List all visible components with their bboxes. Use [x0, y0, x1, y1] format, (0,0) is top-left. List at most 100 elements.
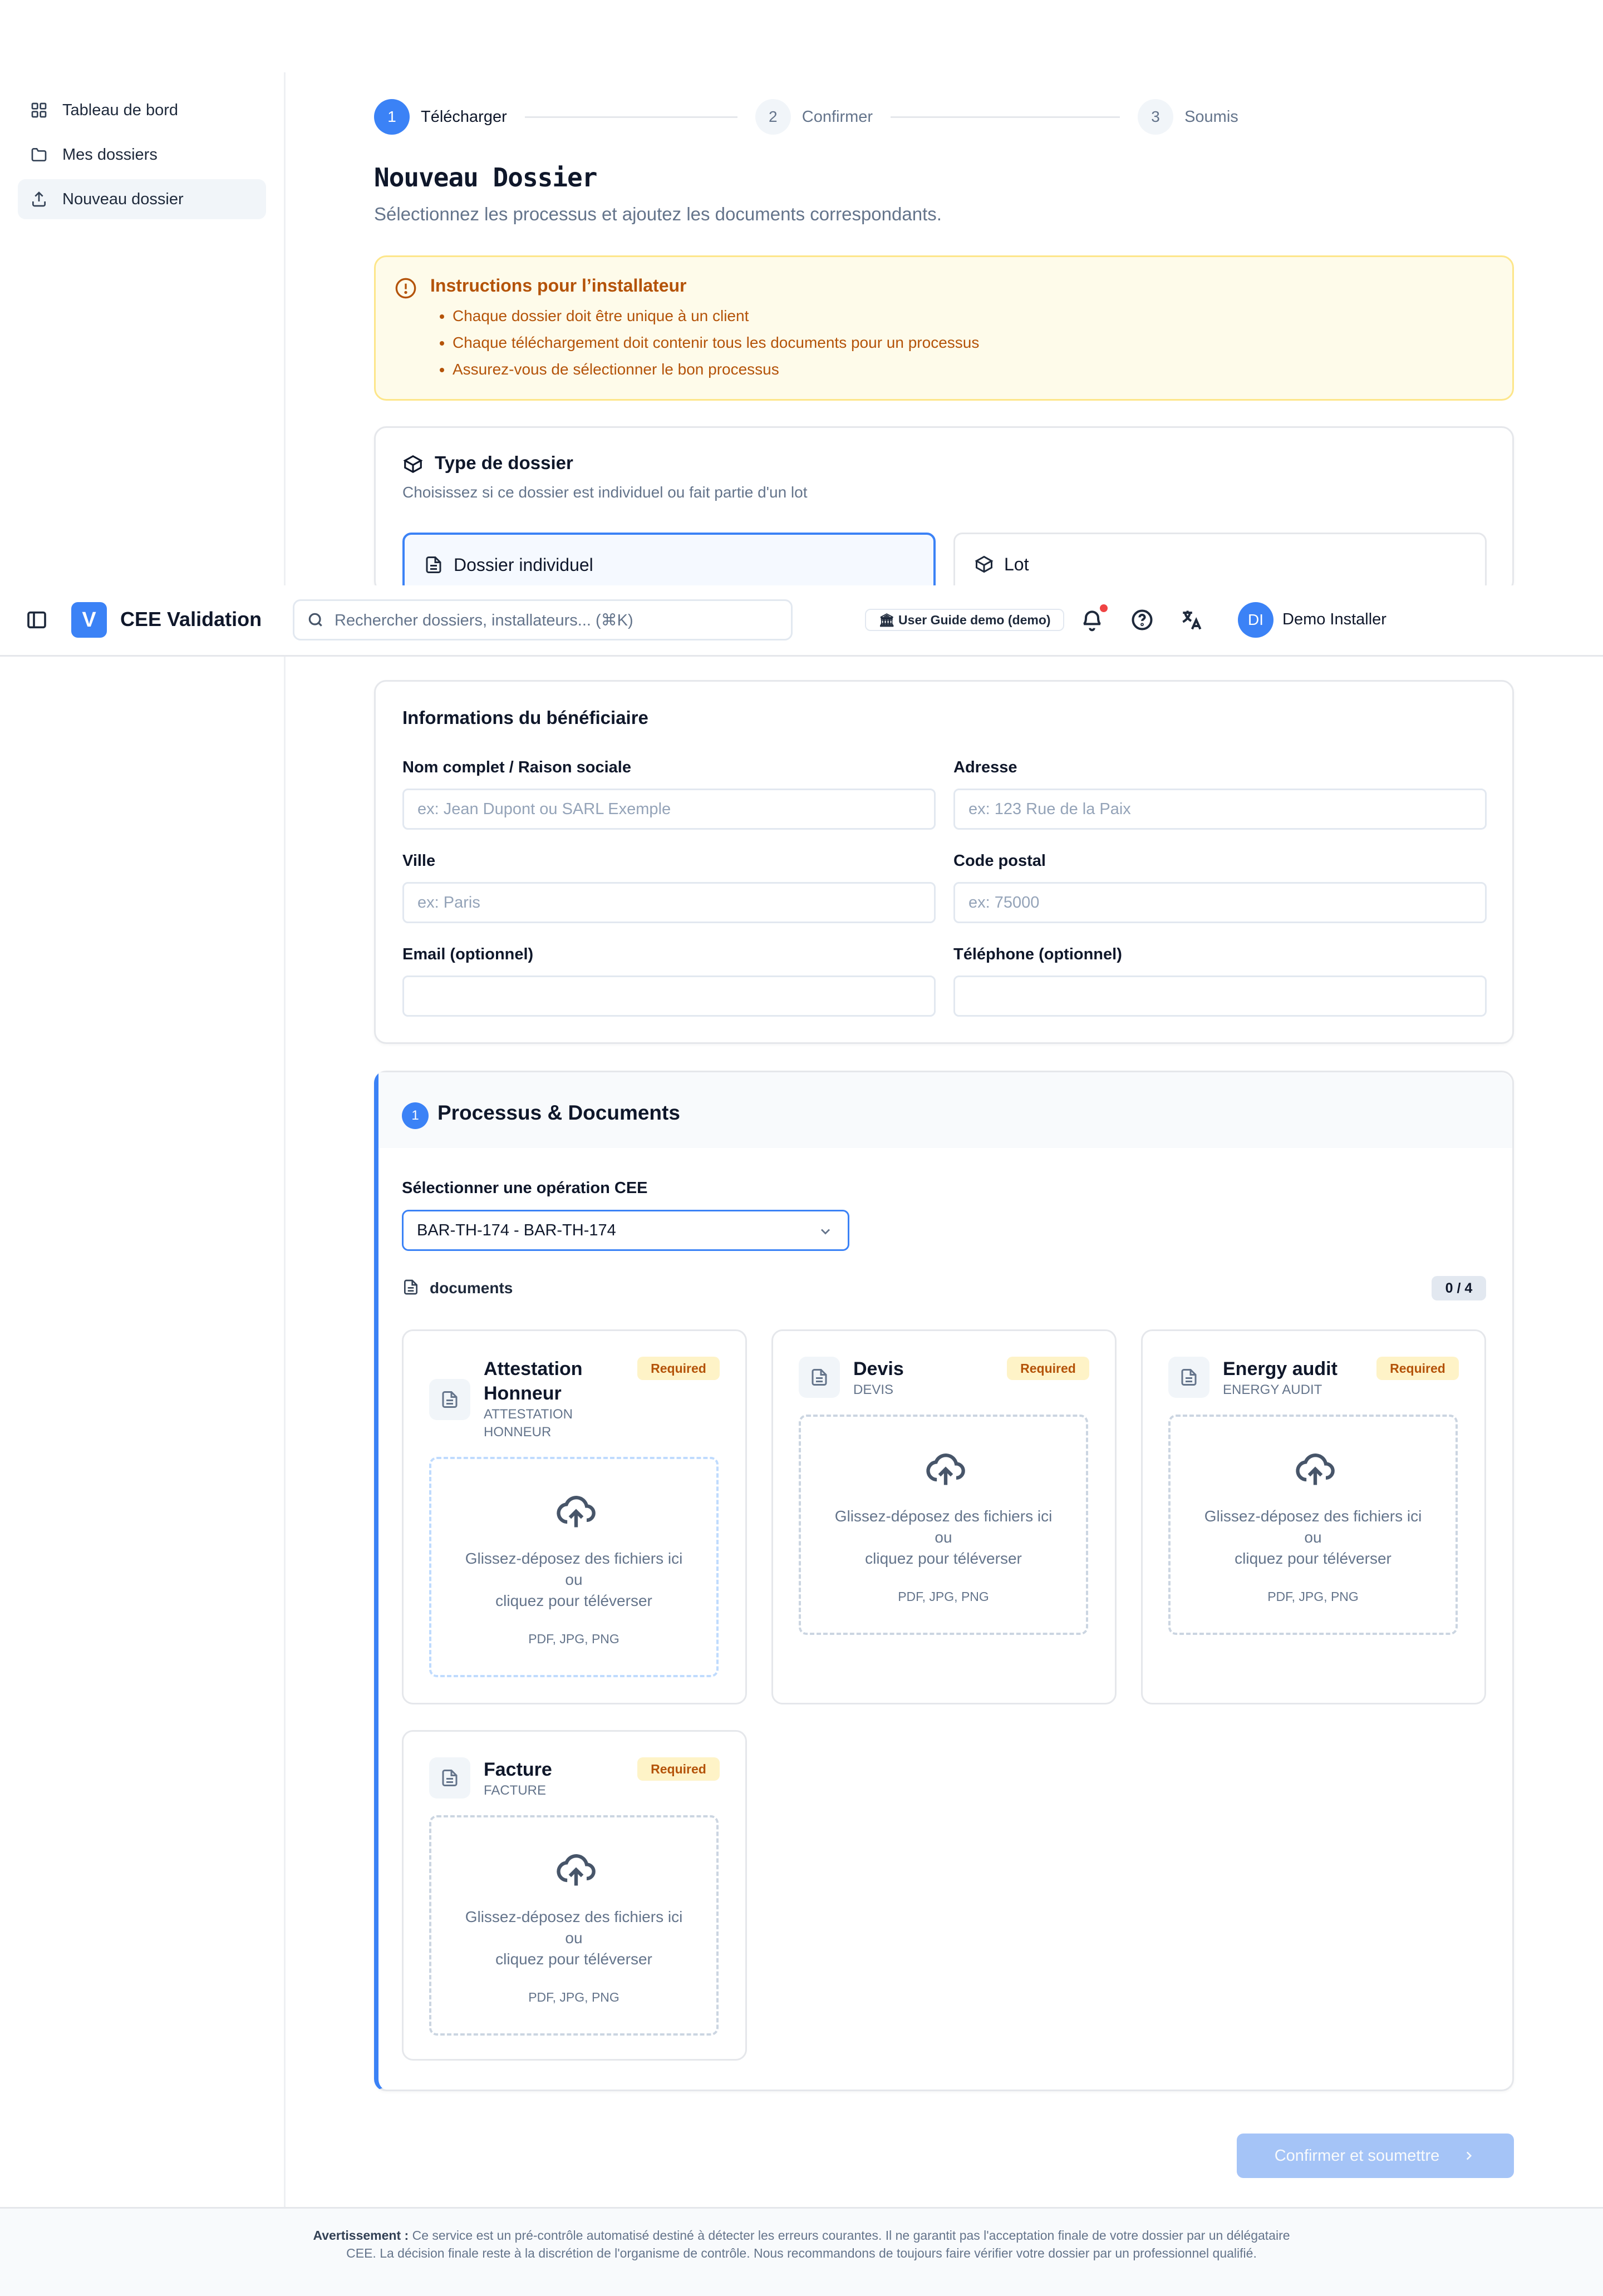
document-code: ENERGY AUDIT	[1223, 1382, 1322, 1397]
dashboard-icon	[31, 102, 47, 118]
field-label-adresse: Adresse	[953, 758, 1017, 776]
file-text-icon	[442, 1770, 458, 1786]
dropzone-formats: PDF, JPG, PNG	[528, 1990, 619, 2004]
search-input[interactable]: Rechercher dossiers, installateurs... (⌘…	[293, 599, 793, 640]
upload-dropzone[interactable]: Glissez-déposez des fichiers ici ou cliq…	[1168, 1415, 1458, 1635]
package-icon	[403, 455, 423, 474]
documents-count-badge: 0 / 4	[1432, 1276, 1486, 1300]
upload-dropzone[interactable]: Glissez-déposez des fichiers ici ou cliq…	[799, 1415, 1088, 1635]
field-label-nom: Nom complet / Raison sociale	[402, 758, 631, 776]
cloud-upload-icon	[1296, 1454, 1335, 1485]
dropzone-line: Glissez-déposez des fichiers ici	[465, 1550, 683, 1567]
sidebar-item-label: Tableau de bord	[62, 101, 178, 119]
document-icon-wrap	[429, 1757, 470, 1799]
type-dossier-description: Choisissez si ce dossier est individuel …	[402, 484, 808, 501]
user-guide-button[interactable]: 🏛 User Guide demo (demo)	[865, 609, 1064, 631]
dropzone-line: ou	[565, 1929, 583, 1947]
upload-dropzone[interactable]: Glissez-déposez des fichiers ici ou cliq…	[429, 1457, 719, 1677]
sidebar-item-label: Mes dossiers	[62, 145, 158, 164]
file-text-icon	[426, 556, 441, 573]
dropzone-line: cliquez pour téléverser	[495, 1950, 652, 1968]
sidebar-toggle-icon[interactable]	[26, 609, 48, 631]
adresse-field[interactable]: ex: 123 Rue de la Paix	[953, 789, 1487, 830]
dropzone-text: Glissez-déposez des fichiers ici ou cliq…	[801, 1506, 1086, 1569]
code-postal-field[interactable]: ex: 75000	[953, 882, 1487, 923]
sidebar-item-nouveau-dossier[interactable]: Nouveau dossier	[18, 179, 266, 219]
dropzone-line: ou	[565, 1571, 583, 1588]
folder-icon	[31, 148, 47, 161]
email-field[interactable]	[402, 975, 936, 1017]
document-icon-wrap	[429, 1379, 470, 1420]
processus-card: 1 Processus & Documents Sélectionner une…	[374, 1071, 1514, 2091]
ville-field[interactable]: ex: Paris	[402, 882, 936, 923]
file-text-icon	[812, 1369, 827, 1386]
file-text-icon	[442, 1391, 458, 1408]
chevron-down-icon	[821, 1229, 830, 1235]
nom-field[interactable]: ex: Jean Dupont ou SARL Exemple	[402, 789, 936, 830]
code-postal-placeholder: ex: 75000	[968, 893, 1040, 911]
operation-select[interactable]: BAR-TH-174 - BAR-TH-174	[402, 1210, 849, 1251]
sidebar-item-mes-dossiers[interactable]: Mes dossiers	[18, 135, 266, 175]
sidebar-item-label: Nouveau dossier	[62, 190, 184, 208]
app-logo: V	[71, 602, 107, 638]
dropzone-line: cliquez pour téléverser	[495, 1592, 652, 1609]
option-dossier-individuel[interactable]: Dossier individuel	[402, 533, 936, 594]
dropzone-formats: PDF, JPG, PNG	[1267, 1589, 1359, 1604]
instructions-panel: Instructions pour l’installateur Chaque …	[374, 255, 1514, 401]
upload-dropzone[interactable]: Glissez-déposez des fichiers ici ou cliq…	[429, 1815, 719, 2036]
avatar[interactable]: DI	[1238, 602, 1273, 638]
instructions-title: Instructions pour l’installateur	[430, 275, 687, 295]
footer-warning-label: Avertissement :	[313, 2228, 409, 2243]
dropzone-formats: PDF, JPG, PNG	[528, 1632, 619, 1646]
field-label-telephone: Téléphone (optionnel)	[953, 945, 1122, 963]
beneficiaire-card: Informations du bénéficiaire Nom complet…	[374, 680, 1514, 1044]
ville-placeholder: ex: Paris	[417, 893, 480, 911]
nom-placeholder: ex: Jean Dupont ou SARL Exemple	[417, 800, 671, 818]
select-operation-label: Sélectionner une opération CEE	[402, 1179, 648, 1197]
sidebar-item-dashboard[interactable]: Tableau de bord	[18, 90, 266, 130]
document-card-energy-audit: Energy audit ENERGY AUDIT Required Gliss…	[1141, 1329, 1486, 1704]
cloud-upload-icon	[926, 1454, 965, 1485]
submit-button[interactable]: Confirmer et soumettre	[1237, 2134, 1514, 2178]
document-card-attestation: Attestation Honneur ATTESTATION HONNEUR …	[402, 1329, 747, 1704]
dropzone-line: Glissez-déposez des fichiers ici	[834, 1507, 1053, 1525]
option-label: Dossier individuel	[454, 555, 593, 575]
dropzone-text: Glissez-déposez des fichiers ici ou cliq…	[431, 1548, 716, 1612]
step-1-label: Télécharger	[421, 107, 507, 126]
instructions-list: Chaque dossier doit être unique à un cli…	[453, 303, 979, 383]
help-icon[interactable]	[1130, 608, 1154, 632]
field-label-ville: Ville	[402, 852, 436, 870]
notification-dot	[1100, 604, 1108, 612]
footer-warning-text: Ce service est un pré-contrôle automatis…	[346, 2228, 1290, 2260]
dropzone-line: ou	[935, 1529, 952, 1546]
cloud-upload-icon	[557, 1854, 596, 1886]
document-code: ATTESTATION HONNEUR	[484, 1407, 573, 1440]
document-title: Devis	[853, 1358, 904, 1379]
field-label-code-postal: Code postal	[953, 852, 1046, 870]
dropzone-text: Glissez-déposez des fichiers ici ou cliq…	[431, 1906, 716, 1970]
package-icon	[975, 555, 994, 573]
option-lot[interactable]: Lot	[953, 533, 1487, 594]
translate-icon[interactable]	[1179, 608, 1203, 632]
stepper: 1 Télécharger 2 Confirmer 3 Soumis	[374, 99, 1514, 135]
cloud-upload-icon	[557, 1496, 596, 1528]
required-badge: Required	[1376, 1357, 1459, 1380]
footer-disclaimer: Avertissement : Ce service est un pré-co…	[301, 2226, 1302, 2262]
document-title: Attestation Honneur	[484, 1358, 583, 1404]
instruction-item: Assurez-vous de sélectionner le bon proc…	[453, 356, 979, 383]
user-name[interactable]: Demo Installer	[1282, 610, 1386, 629]
step-3-label: Soumis	[1184, 107, 1238, 126]
step-2-label: Confirmer	[802, 107, 873, 126]
file-text-icon	[404, 1279, 417, 1295]
required-badge: Required	[1007, 1357, 1089, 1380]
processus-number-badge: 1	[402, 1102, 429, 1129]
telephone-field[interactable]	[953, 975, 1487, 1017]
document-card-devis: Devis DEVIS Required Glissez-déposez des…	[771, 1329, 1117, 1704]
search-placeholder: Rechercher dossiers, installateurs... (⌘…	[335, 611, 633, 629]
dropzone-text: Glissez-déposez des fichiers ici ou cliq…	[1171, 1506, 1456, 1569]
step-1-circle: 1	[374, 99, 410, 135]
bell-icon[interactable]	[1080, 608, 1104, 632]
chevron-right-icon	[1467, 2151, 1472, 2160]
step-connector	[524, 116, 737, 118]
document-code: DEVIS	[853, 1382, 894, 1397]
